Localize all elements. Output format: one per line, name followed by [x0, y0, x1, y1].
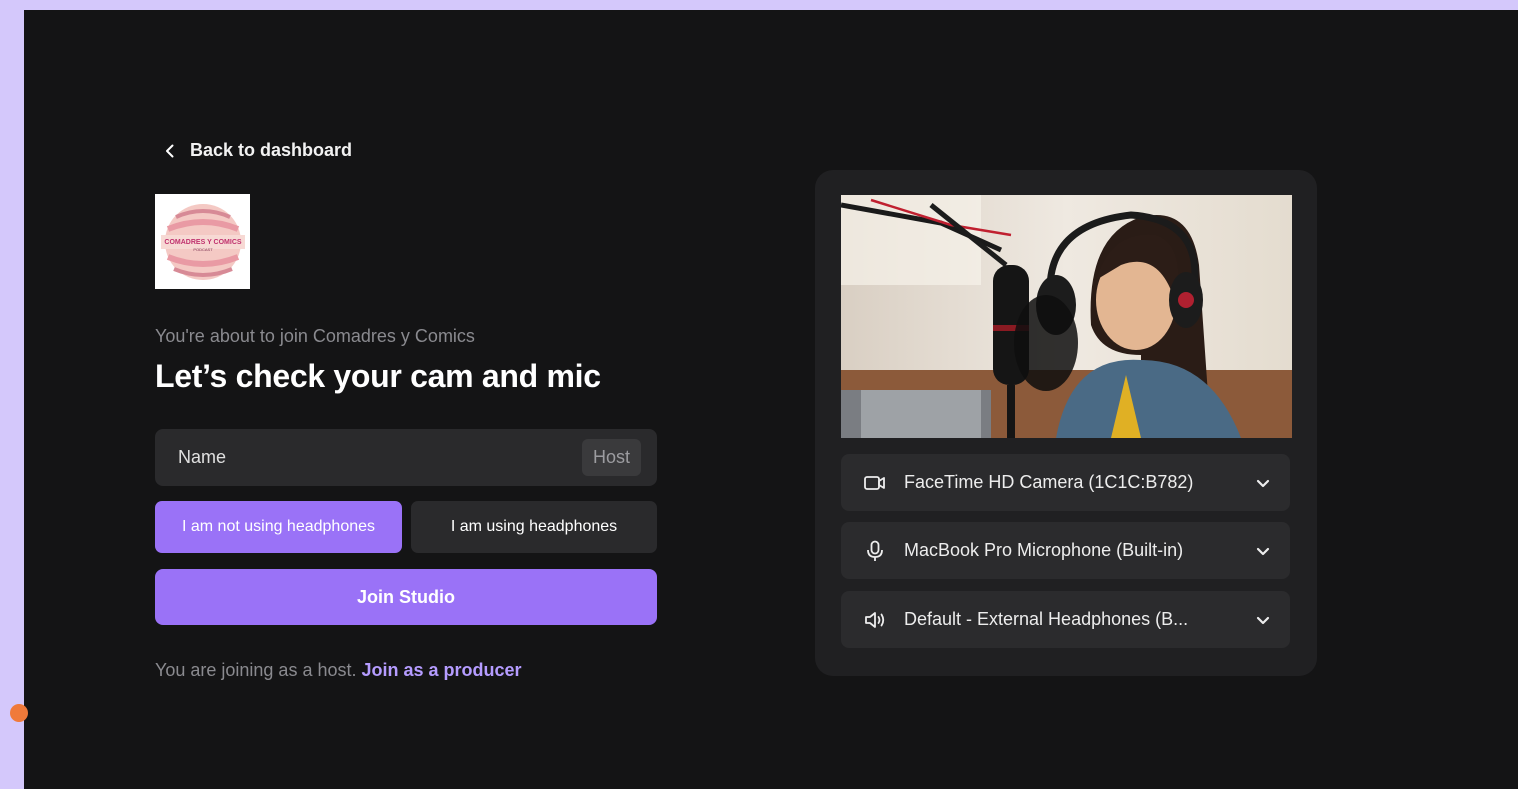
using-headphones-button[interactable]: I am using headphones: [411, 501, 657, 553]
microphone-label: MacBook Pro Microphone (Built-in): [904, 540, 1184, 560]
join-subtitle: You're about to join Comadres y Comics: [155, 326, 475, 346]
microphone-select[interactable]: MacBook Pro Microphone (Built-in): [841, 522, 1290, 579]
logo-subtext: PODCAST: [193, 247, 213, 252]
role-badge: Host: [581, 439, 641, 476]
chevron-down-icon: [1256, 547, 1270, 555]
logo-text: COMADRES Y COMICS: [164, 239, 241, 246]
speaker-label: Default - External Headphones (B...: [904, 609, 1189, 629]
app-frame: Back to dashboard COMADRES Y COMICS PODC…: [10, 10, 1518, 789]
join-as-producer-link[interactable]: Join as a producer: [362, 660, 522, 680]
not-using-headphones-button[interactable]: I am not using headphones: [155, 501, 402, 553]
show-logo: COMADRES Y COMICS PODCAST: [155, 194, 250, 289]
name-input[interactable]: [176, 446, 582, 469]
joining-role-text: You are joining as a host. Join as a pro…: [155, 660, 522, 681]
camera-preview-image: [841, 195, 1292, 438]
camera-select[interactable]: FaceTime HD Camera (1C1C:B782): [841, 454, 1290, 511]
back-label: Back to dashboard: [190, 140, 353, 160]
page-title: Let’s check your cam and mic: [155, 358, 601, 394]
device-preview-panel: FaceTime HD Camera (1C1C:B782) MacBook P…: [815, 170, 1317, 676]
video-camera-icon: [864, 475, 885, 490]
chevron-down-icon: [1256, 479, 1270, 487]
joining-as-text: You are joining as a host.: [155, 660, 357, 680]
join-studio-button[interactable]: Join Studio: [155, 569, 657, 625]
microphone-icon: [867, 540, 883, 561]
camera-label: FaceTime HD Camera (1C1C:B782): [904, 472, 1194, 492]
chevron-left-icon: [166, 144, 174, 157]
concha-logo-icon: COMADRES Y COMICS PODCAST: [160, 203, 245, 280]
camera-preview: [841, 195, 1292, 438]
chevron-down-icon: [1256, 616, 1270, 624]
speaker-icon: [865, 611, 885, 628]
floating-indicator: [10, 704, 28, 722]
speaker-select[interactable]: Default - External Headphones (B...: [841, 591, 1290, 648]
name-field[interactable]: Host: [155, 429, 657, 486]
back-to-dashboard-link[interactable]: Back to dashboard: [162, 140, 352, 161]
